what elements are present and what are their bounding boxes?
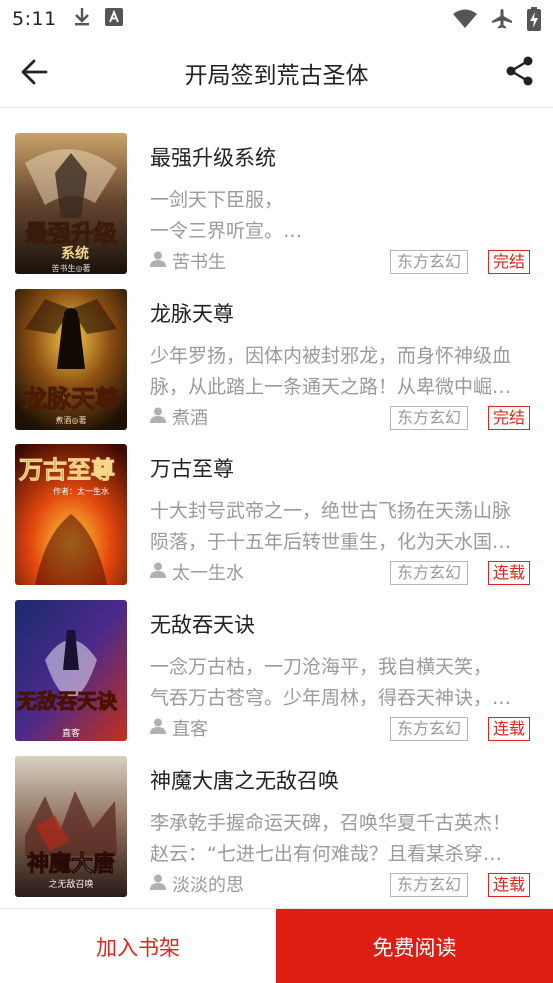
cover-subtitle: 之无敌召唤 (48, 878, 93, 890)
book-description-line: 脉，从此踏上一条通天之路！从卑微中崛… (150, 376, 512, 398)
book-description: 一剑天下臣服， 一令三界听宣。… (150, 185, 540, 247)
share-icon (505, 56, 535, 90)
book-description-line: 一念万古枯，一刀沧海平，我自横天笑， (150, 656, 493, 678)
book-description: 一念万古枯，一刀沧海平，我自横天笑， 气吞万古苍穹。少年周林，得吞天神诀，… (150, 652, 540, 714)
back-button[interactable] (18, 58, 50, 90)
book-cover: 龙脉天尊 煮酒◎著 (15, 289, 127, 430)
wifi-icon (453, 9, 477, 33)
status-time: 5:11 (12, 8, 57, 30)
book-cover: 最强升级 系统 苦书生◎著 (15, 133, 127, 274)
download-icon (73, 7, 91, 31)
book-list-item[interactable]: 龙脉天尊 煮酒◎著 龙脉天尊 少年罗扬，因体内被封邪龙，而身怀神级血 脉，从此踏… (0, 264, 553, 430)
book-list-item[interactable]: 最强升级 系统 苦书生◎著 最强升级系统 一剑天下臣服， 一令三界听宣。… 苦书… (0, 108, 553, 274)
cover-title: 神魔大唐 (27, 851, 115, 877)
font-a-icon (104, 8, 123, 30)
share-button[interactable] (503, 56, 537, 90)
book-title: 万古至尊 (150, 457, 234, 481)
book-description-line: 李承乾手握命运天碑，召唤华夏千古英杰！ (150, 812, 512, 834)
book-cover: 万古至尊 作者：太一生水 (15, 444, 127, 585)
bottom-action-bar: 加入书架 免费阅读 (0, 908, 553, 983)
cover-title: 龙脉天尊 (23, 385, 119, 413)
free-read-button[interactable]: 免费阅读 (276, 909, 553, 983)
book-description: 李承乾手握命运天碑，召唤华夏千古英杰！ 赵云：“七进七出有何难哉？且看某杀穿… (150, 808, 540, 870)
top-bar: 开局签到荒古圣体 (0, 38, 553, 108)
book-description-line: 气吞万古苍穹。少年周林，得吞天神诀，… (150, 687, 512, 709)
book-description-line: 十大封号武帝之一，绝世古飞扬在天荡山脉 (150, 500, 512, 522)
genre-tag: 东方玄幻 (390, 873, 469, 897)
book-description: 少年罗扬，因体内被封邪龙，而身怀神级血 脉，从此踏上一条通天之路！从卑微中崛… (150, 341, 540, 403)
book-cover: 神魔大唐 之无敌召唤 (15, 756, 127, 897)
status-bar: 5:11 (0, 0, 553, 38)
book-list-item[interactable]: 神魔大唐 之无敌召唤 神魔大唐之无敌召唤 李承乾手握命运天碑，召唤华夏千古英杰！… (0, 731, 553, 897)
book-cover: 无敌吞天诀 直客 (15, 600, 127, 741)
battery-charging-icon (527, 7, 541, 35)
book-title: 最强升级系统 (150, 146, 276, 170)
book-description-line: 一剑天下臣服， (150, 189, 284, 211)
author-row: 淡淡的思 (150, 871, 244, 897)
cover-author: 作者：太一生水 (53, 486, 109, 496)
book-list: 最强升级 系统 苦书生◎著 最强升级系统 一剑天下臣服， 一令三界听宣。… 苦书… (0, 108, 553, 908)
book-title: 神魔大唐之无敌召唤 (150, 769, 339, 793)
book-description-line: 少年罗扬，因体内被封邪龙，而身怀神级血 (150, 345, 512, 367)
book-description-line: 赵云：“七进七出有何难哉？且看某杀穿… (150, 843, 502, 865)
cover-subtitle: 系统 (61, 245, 89, 262)
page-title: 开局签到荒古圣体 (184, 62, 369, 89)
airplane-icon (491, 8, 513, 34)
arrow-left-icon (20, 58, 48, 90)
add-to-shelf-button[interactable]: 加入书架 (0, 909, 276, 983)
book-title: 龙脉天尊 (150, 302, 234, 326)
cover-title: 无敌吞天诀 (17, 689, 118, 713)
book-description: 十大封号武帝之一，绝世古飞扬在天荡山脉 陨落，于十五年后转世重生，化为天水国… (150, 496, 540, 558)
book-list-item[interactable]: 无敌吞天诀 直客 无敌吞天诀 一念万古枯，一刀沧海平，我自横天笑， 气吞万古苍穹… (0, 575, 553, 741)
book-description-line: 陨落，于十五年后转世重生，化为天水国… (150, 531, 512, 553)
cover-title: 最强升级 (25, 220, 117, 247)
status-tag: 连载 (488, 873, 531, 897)
book-list-item[interactable]: 万古至尊 作者：太一生水 万古至尊 十大封号武帝之一，绝世古飞扬在天荡山脉 陨落… (0, 419, 553, 585)
person-icon (150, 874, 166, 894)
book-title: 无敌吞天诀 (150, 613, 255, 637)
author-name: 淡淡的思 (172, 875, 244, 896)
cover-title: 万古至尊 (19, 456, 115, 484)
book-description-line: 一令三界听宣。… (150, 220, 303, 242)
